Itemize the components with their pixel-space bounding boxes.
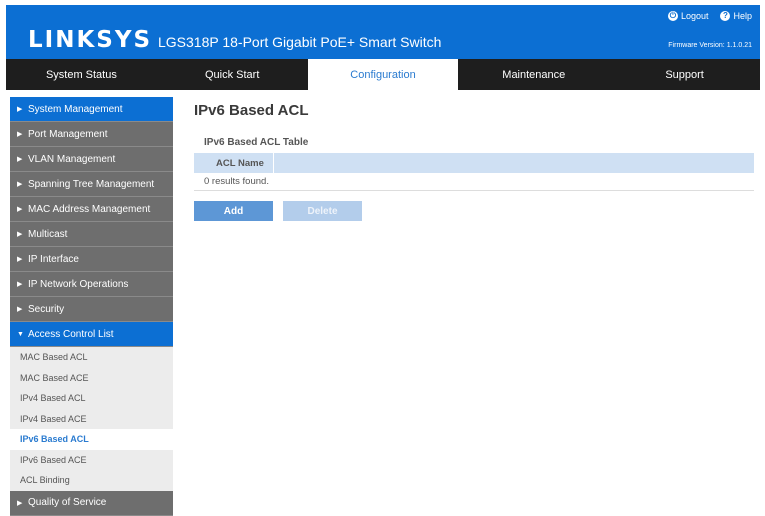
- sidebar-item-label: IP Interface: [28, 253, 79, 265]
- help-icon: ?: [720, 11, 731, 21]
- sidebar-item-label: IP Network Operations: [28, 278, 129, 290]
- sidebar-item-system-management[interactable]: ▶ System Management: [10, 97, 173, 122]
- caret-right-icon: ▶: [17, 281, 23, 288]
- sidebar-subitem-ipv4-based-ace[interactable]: IPv4 Based ACE: [10, 409, 173, 430]
- sidebar-item-ip-interface[interactable]: ▶ IP Interface: [10, 247, 173, 272]
- caret-right-icon: ▶: [17, 306, 23, 313]
- sidebar-subitem-acl-binding[interactable]: ACL Binding: [10, 470, 173, 491]
- caret-right-icon: ▶: [17, 131, 23, 138]
- sidebar-item-multicast[interactable]: ▶ Multicast: [10, 222, 173, 247]
- column-header-acl-name[interactable]: ACL Name: [194, 153, 274, 173]
- sidebar-item-vlan-management[interactable]: ▶ VLAN Management: [10, 147, 173, 172]
- sidebar-item-mac-address-management[interactable]: ▶ MAC Address Management: [10, 197, 173, 222]
- tab-maintenance[interactable]: Maintenance: [458, 59, 609, 90]
- header-links: ⏻ Logout ? Help: [667, 11, 752, 21]
- help-label: Help: [733, 11, 752, 21]
- sidebar-subitem-ipv4-based-acl[interactable]: IPv4 Based ACL: [10, 388, 173, 409]
- sidebar-item-label: Quality of Service: [28, 497, 107, 508]
- delete-button[interactable]: Delete: [283, 201, 362, 221]
- table-header: ACL Name: [194, 153, 754, 173]
- tab-configuration[interactable]: Configuration: [307, 59, 459, 90]
- sidebar-item-label: Port Management: [28, 128, 108, 140]
- sidebar-item-label: Spanning Tree Management: [28, 178, 155, 190]
- app-frame: LINKSYS LGS318P 18-Port Gigabit PoE+ Sma…: [6, 5, 760, 516]
- caret-right-icon: ▶: [17, 181, 23, 188]
- caret-right-icon: ▶: [17, 156, 23, 163]
- firmware-value: 1.1.0.21: [726, 42, 752, 49]
- add-button[interactable]: Add: [194, 201, 273, 221]
- tab-system-status[interactable]: System Status: [6, 59, 157, 90]
- logout-link[interactable]: ⏻ Logout: [667, 11, 709, 21]
- caret-right-icon: ▶: [17, 256, 23, 263]
- sidebar-subitem-mac-based-acl[interactable]: MAC Based ACL: [10, 347, 173, 368]
- page-title: IPv6 Based ACL: [194, 102, 309, 119]
- logout-icon: ⏻: [667, 11, 678, 21]
- header-bar: LINKSYS LGS318P 18-Port Gigabit PoE+ Sma…: [6, 5, 760, 59]
- sidebar-item-label: Multicast: [28, 228, 68, 240]
- main-content: IPv6 Based ACL IPv6 Based ACL Table ACL …: [194, 97, 754, 221]
- sidebar: ▶ System Management ▶ Port Management ▶ …: [10, 97, 173, 516]
- sidebar-item-label: MAC Address Management: [28, 203, 151, 215]
- product-name: LGS318P 18-Port Gigabit PoE+ Smart Switc…: [158, 34, 442, 50]
- caret-right-icon: ▶: [17, 499, 23, 507]
- sidebar-item-ip-network-operations[interactable]: ▶ IP Network Operations: [10, 272, 173, 297]
- sidebar-item-quality-of-service[interactable]: ▶ Quality of Service: [10, 490, 173, 516]
- table-title: IPv6 Based ACL Table: [204, 137, 309, 148]
- caret-right-icon: ▶: [17, 231, 23, 238]
- sidebar-item-label: Access Control List: [28, 328, 114, 340]
- firmware-label: Firmware Version:: [668, 42, 725, 49]
- tab-support[interactable]: Support: [609, 59, 760, 90]
- sidebar-item-security[interactable]: ▶ Security: [10, 297, 173, 322]
- sidebar-item-label: VLAN Management: [28, 153, 116, 165]
- caret-down-icon: ▼: [17, 330, 24, 338]
- results-text: 0 results found.: [194, 173, 754, 191]
- logout-label: Logout: [680, 11, 709, 21]
- caret-right-icon: ▶: [17, 106, 23, 113]
- sidebar-item-port-management[interactable]: ▶ Port Management: [10, 122, 173, 147]
- sidebar-subitem-ipv6-based-acl[interactable]: IPv6 Based ACL: [10, 429, 173, 450]
- help-link[interactable]: ? Help: [720, 11, 752, 21]
- tab-quick-start[interactable]: Quick Start: [157, 59, 308, 90]
- sidebar-item-label: System Management: [28, 103, 123, 115]
- sidebar-item-label: Security: [28, 303, 65, 315]
- button-row: Add Delete: [194, 201, 754, 221]
- sidebar-subitem-mac-based-ace[interactable]: MAC Based ACE: [10, 368, 173, 389]
- sidebar-item-access-control-list[interactable]: ▼ Access Control List: [10, 322, 173, 347]
- linksys-logo: LINKSYS: [28, 27, 153, 53]
- main-nav: System Status Quick Start Configuration …: [6, 59, 760, 90]
- sidebar-subitem-ipv6-based-ace[interactable]: IPv6 Based ACE: [10, 450, 173, 471]
- caret-right-icon: ▶: [17, 206, 23, 213]
- sidebar-item-spanning-tree-management[interactable]: ▶ Spanning Tree Management: [10, 172, 173, 197]
- firmware-version: Firmware Version: 1.1.0.21: [666, 42, 752, 49]
